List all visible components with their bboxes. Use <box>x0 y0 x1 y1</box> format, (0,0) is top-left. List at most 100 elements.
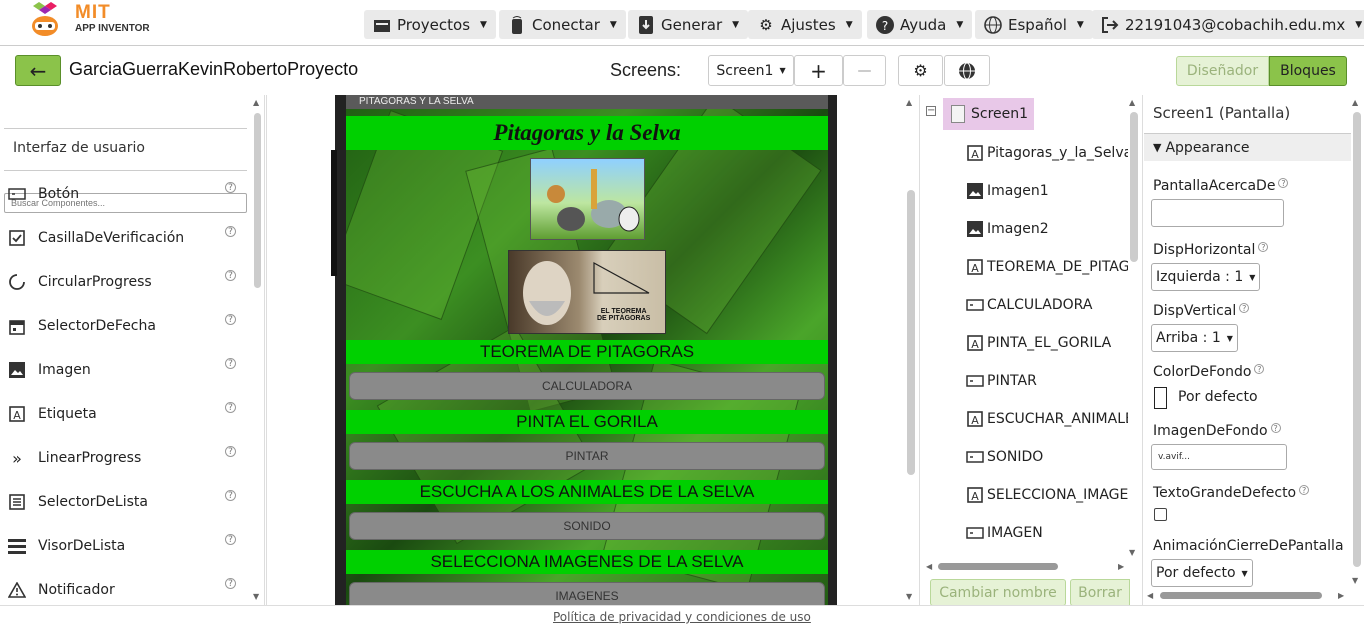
nav-idioma[interactable]: Español ▼ <box>975 10 1093 39</box>
scroll-up-icon[interactable]: ▲ <box>1129 98 1135 107</box>
back-button[interactable]: ← <box>15 55 61 86</box>
app-inventor-logo[interactable] <box>25 2 69 38</box>
nav-ayuda[interactable]: ? Ayuda ▼ <box>867 10 973 39</box>
prop-bigtext-checkbox[interactable] <box>1154 508 1167 521</box>
help-icon[interactable]: ? <box>225 402 236 413</box>
screen-selector[interactable]: Screen1 ▼ <box>708 55 794 86</box>
prop-bgimage-picker[interactable]: v.avif... <box>1151 444 1287 470</box>
delete-button[interactable]: Borrar <box>1070 579 1130 606</box>
tree-item-pintar[interactable]: PINTAR <box>966 362 1128 400</box>
tree-item-pitagoras-label[interactable]: A Pitagoras_y_la_Selva <box>966 134 1128 172</box>
tree-item-imagen-button[interactable]: IMAGEN <box>966 514 1128 552</box>
palette-item-list-view[interactable]: VisorDeLista? <box>0 524 250 568</box>
prop-label-text: AnimaciónCierreDePantalla <box>1153 538 1344 554</box>
phone-screen[interactable]: PITAGORAS Y LA SELVA Pitagoras y la Selv… <box>346 95 828 605</box>
pintar-button[interactable]: PINTAR <box>349 442 825 470</box>
tree-item-label: SELECCIONA_IMAGENES <box>987 487 1128 503</box>
designer-mode-button[interactable]: Diseñador <box>1176 56 1269 86</box>
project-properties-button[interactable]: ⚙ <box>898 55 943 86</box>
scroll-down-icon[interactable]: ▼ <box>906 592 912 601</box>
tree-item-sonido[interactable]: SONIDO <box>966 438 1128 476</box>
palette-item-image[interactable]: Imagen? <box>0 348 250 392</box>
chevron-down-icon: ▼ <box>1226 333 1233 343</box>
viewer-scrollbar[interactable] <box>907 190 915 475</box>
help-icon[interactable]: ? <box>1299 485 1310 495</box>
collapse-toggle-icon[interactable]: − <box>926 106 936 116</box>
imagen1-animals[interactable] <box>530 158 645 240</box>
scroll-down-icon[interactable]: ▼ <box>1129 548 1135 557</box>
help-icon[interactable]: ? <box>225 358 236 369</box>
rename-button[interactable]: Cambiar nombre <box>930 579 1066 606</box>
palette-scrollbar[interactable] <box>254 113 261 288</box>
palette-item-linear-progress[interactable]: » LinearProgress? <box>0 436 250 480</box>
prop-closeanim-select[interactable]: Por defecto ▼ <box>1151 559 1253 587</box>
help-icon[interactable]: ? <box>225 314 236 325</box>
tree-item-screen1[interactable]: Screen1 <box>943 98 1034 130</box>
help-icon[interactable]: ? <box>225 578 236 589</box>
palette-item-label: SelectorDeLista <box>38 494 148 510</box>
help-icon[interactable]: ? <box>225 446 236 457</box>
sonido-button[interactable]: SONIDO <box>349 512 825 540</box>
scroll-down-icon[interactable]: ▼ <box>1352 576 1358 585</box>
help-icon[interactable]: ? <box>1278 178 1289 188</box>
nav-account[interactable]: 22191043@cobachih.edu.mx ▼ <box>1092 10 1364 39</box>
scroll-left-icon[interactable]: ◀ <box>926 562 932 571</box>
project-name: GarciaGuerraKevinRobertoProyecto <box>69 59 359 79</box>
palette-item-checkbox[interactable]: CasillaDeVerificación? <box>0 216 250 260</box>
palette-item-label: Botón <box>38 186 80 202</box>
properties-hscrollbar[interactable] <box>1160 592 1322 599</box>
help-icon[interactable]: ? <box>1258 242 1269 252</box>
tree-item-selecciona-label[interactable]: A SELECCIONA_IMAGENES <box>966 476 1128 514</box>
imagen2-pythagoras[interactable]: EL TEOREMA DE PITÁGORAS <box>508 250 666 334</box>
palette-item-date-picker[interactable]: SelectorDeFecha? <box>0 304 250 348</box>
prop-about-textarea[interactable] <box>1151 199 1284 227</box>
scroll-right-icon[interactable]: ▶ <box>1338 591 1344 600</box>
tree-hscrollbar[interactable] <box>938 563 1058 570</box>
prop-valign-select[interactable]: Arriba : 1 ▼ <box>1151 324 1238 352</box>
preview-globe-button[interactable] <box>944 55 990 86</box>
color-swatch[interactable] <box>1154 387 1167 409</box>
scroll-up-icon[interactable]: ▲ <box>253 98 259 107</box>
tree-item-calculadora[interactable]: CALCULADORA <box>966 286 1128 324</box>
help-icon[interactable]: ? <box>225 534 236 545</box>
scroll-down-icon[interactable]: ▼ <box>253 592 259 601</box>
privacy-link[interactable]: Política de privacidad y condiciones de … <box>553 610 811 624</box>
palette-item-label: Notificador <box>38 582 115 598</box>
nav-conectar[interactable]: Conectar ▼ <box>499 10 626 39</box>
prop-bgcolor-value[interactable]: Por defecto <box>1178 389 1258 405</box>
imagenes-button[interactable]: IMAGENES <box>349 582 825 605</box>
tree-scrollbar[interactable] <box>1130 112 1138 262</box>
palette-item-label[interactable]: A Etiqueta? <box>0 392 250 436</box>
nav-proyectos[interactable]: Proyectos ▼ <box>364 10 496 39</box>
remove-screen-button[interactable]: — <box>843 55 886 86</box>
scroll-up-icon[interactable]: ▲ <box>906 98 912 107</box>
palette-item-list-picker[interactable]: SelectorDeLista? <box>0 480 250 524</box>
tree-item-teorema-label[interactable]: A TEOREMA_DE_PITAGORAS <box>966 248 1128 286</box>
palette-category-ui[interactable]: Interfaz de usuario <box>13 140 145 156</box>
tree-item-escuchar-label[interactable]: A ESCUCHAR_ANIMALES <box>966 400 1128 438</box>
blocks-mode-button[interactable]: Bloques <box>1269 56 1347 86</box>
properties-scrollbar[interactable] <box>1353 112 1361 567</box>
help-icon[interactable]: ? <box>1270 423 1281 433</box>
scroll-right-icon[interactable]: ▶ <box>1118 562 1124 571</box>
help-icon[interactable]: ? <box>225 182 236 193</box>
prop-halign-select[interactable]: Izquierda : 1 ▼ <box>1151 263 1261 291</box>
palette-item-button[interactable]: Botón? <box>0 172 250 216</box>
calculadora-button[interactable]: CALCULADORA <box>349 372 825 400</box>
help-icon[interactable]: ? <box>1254 364 1265 374</box>
help-icon[interactable]: ? <box>225 270 236 281</box>
nav-ajustes[interactable]: ⚙ Ajustes ▼ <box>748 10 862 39</box>
tree-item-imagen1[interactable]: Imagen1 <box>966 172 1128 210</box>
palette-item-circular-progress[interactable]: CircularProgress? <box>0 260 250 304</box>
tree-item-pinta-label[interactable]: A PINTA_EL_GORILA <box>966 324 1128 362</box>
help-icon[interactable]: ? <box>1239 303 1250 313</box>
appearance-section-toggle[interactable]: ▼ Appearance <box>1144 133 1351 161</box>
top-navbar: MIT APP INVENTOR Proyectos ▼ Conectar ▼ Ge… <box>0 0 1364 46</box>
scroll-up-icon[interactable]: ▲ <box>1352 98 1358 107</box>
add-screen-button[interactable]: + <box>794 55 843 86</box>
help-icon[interactable]: ? <box>225 226 236 237</box>
tree-item-imagen2[interactable]: Imagen2 <box>966 210 1128 248</box>
nav-generar[interactable]: Generar ▼ <box>628 10 749 39</box>
help-icon[interactable]: ? <box>225 490 236 501</box>
scroll-left-icon[interactable]: ◀ <box>1147 591 1153 600</box>
